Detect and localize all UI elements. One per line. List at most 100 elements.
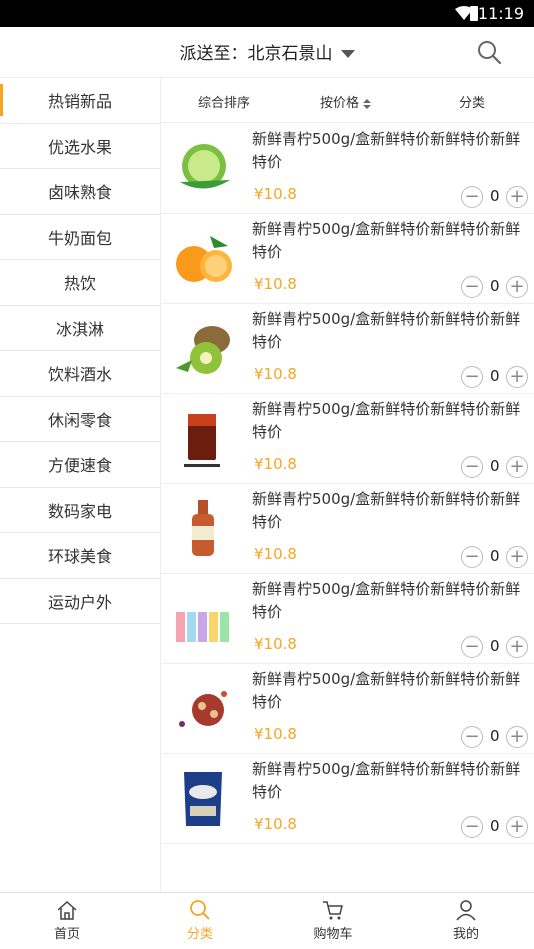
- sidebar-item[interactable]: 冰淇淋: [0, 306, 160, 351]
- quantity-value: 0: [490, 817, 500, 835]
- sidebar-item[interactable]: 环球美食: [0, 533, 160, 579]
- product-name: 新鲜青柠500g/盒新鲜特价新鲜特价新鲜特价: [252, 130, 521, 171]
- quantity-value: 0: [490, 457, 500, 475]
- product-price: ¥10.8: [254, 815, 297, 833]
- product-name: 新鲜青柠500g/盒新鲜特价新鲜特价新鲜特价: [252, 580, 521, 621]
- caret-down-icon: [340, 50, 355, 58]
- tab-cart-label: 购物车: [313, 927, 353, 942]
- delivery-location[interactable]: 派送至：北京石景山: [0, 39, 534, 64]
- decrease-quantity-button[interactable]: −: [461, 276, 483, 298]
- product-price: ¥10.8: [254, 545, 297, 563]
- quantity-value: 0: [490, 637, 500, 655]
- product-name: 新鲜青柠500g/盒新鲜特价新鲜特价新鲜特价: [252, 220, 521, 261]
- increase-quantity-button[interactable]: +: [506, 546, 528, 568]
- sidebar-item-label: 休闲零食: [47, 410, 112, 430]
- header: 派送至：北京石景山: [0, 27, 534, 78]
- kiwi-icon: [176, 326, 230, 374]
- sidebar-item-label: 环球美食: [47, 547, 112, 567]
- product-item[interactable]: 新鲜青柠500g/盒新鲜特价新鲜特价新鲜特价 ¥10.8 −0 +: [162, 124, 534, 214]
- product-item[interactable]: 新鲜青柠500g/盒新鲜特价新鲜特价新鲜特价 ¥10.8 −0 +: [162, 754, 534, 844]
- increase-quantity-button[interactable]: +: [506, 636, 528, 658]
- sort-price[interactable]: 按价格: [320, 92, 372, 111]
- increase-quantity-button[interactable]: +: [506, 366, 528, 388]
- tab-category[interactable]: 分类: [160, 899, 240, 942]
- status-bar: 11:19: [0, 0, 534, 27]
- category-sidebar: 热销新品优选水果卤味熟食牛奶面包热饮冰淇淋饮料酒水休闲零食方便速食数码家电环球美…: [0, 78, 161, 892]
- product-name: 新鲜青柠500g/盒新鲜特价新鲜特价新鲜特价: [252, 670, 521, 711]
- decrease-quantity-button[interactable]: −: [461, 456, 483, 478]
- sort-updown-icon: [363, 98, 372, 109]
- sidebar-item[interactable]: 饮料酒水: [0, 351, 160, 397]
- increase-quantity-button[interactable]: +: [506, 276, 528, 298]
- search-icon: [190, 900, 210, 920]
- sidebar-item[interactable]: 数码家电: [0, 488, 160, 533]
- nuts-icon: [179, 691, 227, 727]
- sidebar-item[interactable]: 运动户外: [0, 579, 160, 624]
- search-icon[interactable]: [476, 39, 502, 65]
- product-item[interactable]: 新鲜青柠500g/盒新鲜特价新鲜特价新鲜特价 ¥10.8 −0 +: [162, 664, 534, 754]
- sidebar-item[interactable]: 热饮: [0, 260, 160, 306]
- sidebar-item-label: 卤味熟食: [47, 183, 112, 203]
- tab-cart[interactable]: 购物车: [293, 899, 373, 942]
- sidebar-item[interactable]: 方便速食: [0, 442, 160, 488]
- decrease-quantity-button[interactable]: −: [461, 636, 483, 658]
- sidebar-item[interactable]: 优选水果: [0, 124, 160, 169]
- tab-home-label: 首页: [53, 927, 80, 942]
- decrease-quantity-button[interactable]: −: [461, 186, 483, 208]
- product-item[interactable]: 新鲜青柠500g/盒新鲜特价新鲜特价新鲜特价 ¥10.8 −0 +: [162, 574, 534, 664]
- sidebar-item[interactable]: 卤味熟食: [0, 169, 160, 215]
- cola-glass-icon: [184, 414, 220, 467]
- lime-icon: [180, 144, 230, 189]
- product-item[interactable]: 新鲜青柠500g/盒新鲜特价新鲜特价新鲜特价 ¥10.8 −0 +: [162, 484, 534, 574]
- status-time: 11:19: [477, 4, 524, 23]
- drink-bottles-icon: [176, 612, 229, 642]
- quantity-value: 0: [490, 727, 500, 745]
- user-icon: [456, 900, 476, 921]
- tab-bar: 首页 分类 购物车 我的: [0, 892, 534, 949]
- sidebar-item-label: 运动户外: [47, 592, 112, 612]
- increase-quantity-button[interactable]: +: [506, 186, 528, 208]
- tab-category-label: 分类: [186, 927, 213, 942]
- sidebar-item[interactable]: 牛奶面包: [0, 215, 160, 260]
- sidebar-item-label: 饮料酒水: [47, 365, 112, 385]
- sidebar-item-label: 冰淇淋: [55, 319, 104, 339]
- battery-icon: [470, 6, 478, 21]
- increase-quantity-button[interactable]: +: [506, 726, 528, 748]
- home-icon: [57, 900, 77, 920]
- product-name: 新鲜青柠500g/盒新鲜特价新鲜特价新鲜特价: [252, 310, 521, 351]
- sidebar-item-label: 数码家电: [47, 501, 112, 521]
- product-price: ¥10.8: [254, 635, 297, 653]
- chips-bag-icon: [184, 772, 222, 826]
- sidebar-item-label: 牛奶面包: [47, 228, 112, 248]
- product-name: 新鲜青柠500g/盒新鲜特价新鲜特价新鲜特价: [252, 400, 521, 441]
- decrease-quantity-button[interactable]: −: [461, 366, 483, 388]
- sidebar-item-label: 优选水果: [47, 137, 112, 157]
- quantity-value: 0: [490, 547, 500, 565]
- product-price: ¥10.8: [254, 185, 297, 203]
- sidebar-item[interactable]: 热销新品: [0, 78, 160, 124]
- product-price: ¥10.8: [254, 455, 297, 473]
- sort-category[interactable]: 分类: [459, 92, 485, 111]
- product-name: 新鲜青柠500g/盒新鲜特价新鲜特价新鲜特价: [252, 760, 521, 801]
- product-price: ¥10.8: [254, 275, 297, 293]
- decrease-quantity-button[interactable]: −: [461, 816, 483, 838]
- sort-price-label: 按价格: [320, 96, 360, 111]
- sidebar-item[interactable]: 休闲零食: [0, 397, 160, 442]
- increase-quantity-button[interactable]: +: [506, 456, 528, 478]
- tab-home[interactable]: 首页: [27, 899, 107, 942]
- beer-bottle-icon: [192, 500, 214, 556]
- quantity-value: 0: [490, 367, 500, 385]
- product-price: ¥10.8: [254, 725, 297, 743]
- increase-quantity-button[interactable]: +: [506, 816, 528, 838]
- tab-mine-label: 我的: [452, 927, 479, 942]
- decrease-quantity-button[interactable]: −: [461, 726, 483, 748]
- product-item[interactable]: 新鲜青柠500g/盒新鲜特价新鲜特价新鲜特价 ¥10.8 −0 +: [162, 304, 534, 394]
- decrease-quantity-button[interactable]: −: [461, 546, 483, 568]
- sidebar-item-label: 热销新品: [47, 92, 112, 112]
- sort-comprehensive[interactable]: 综合排序: [198, 92, 250, 111]
- sort-bar: 综合排序 按价格 分类: [162, 78, 534, 123]
- tab-mine[interactable]: 我的: [426, 899, 506, 942]
- product-item[interactable]: 新鲜青柠500g/盒新鲜特价新鲜特价新鲜特价 ¥10.8 −0 +: [162, 394, 534, 484]
- product-item[interactable]: 新鲜青柠500g/盒新鲜特价新鲜特价新鲜特价 ¥10.8 −0 +: [162, 214, 534, 304]
- product-price: ¥10.8: [254, 365, 297, 383]
